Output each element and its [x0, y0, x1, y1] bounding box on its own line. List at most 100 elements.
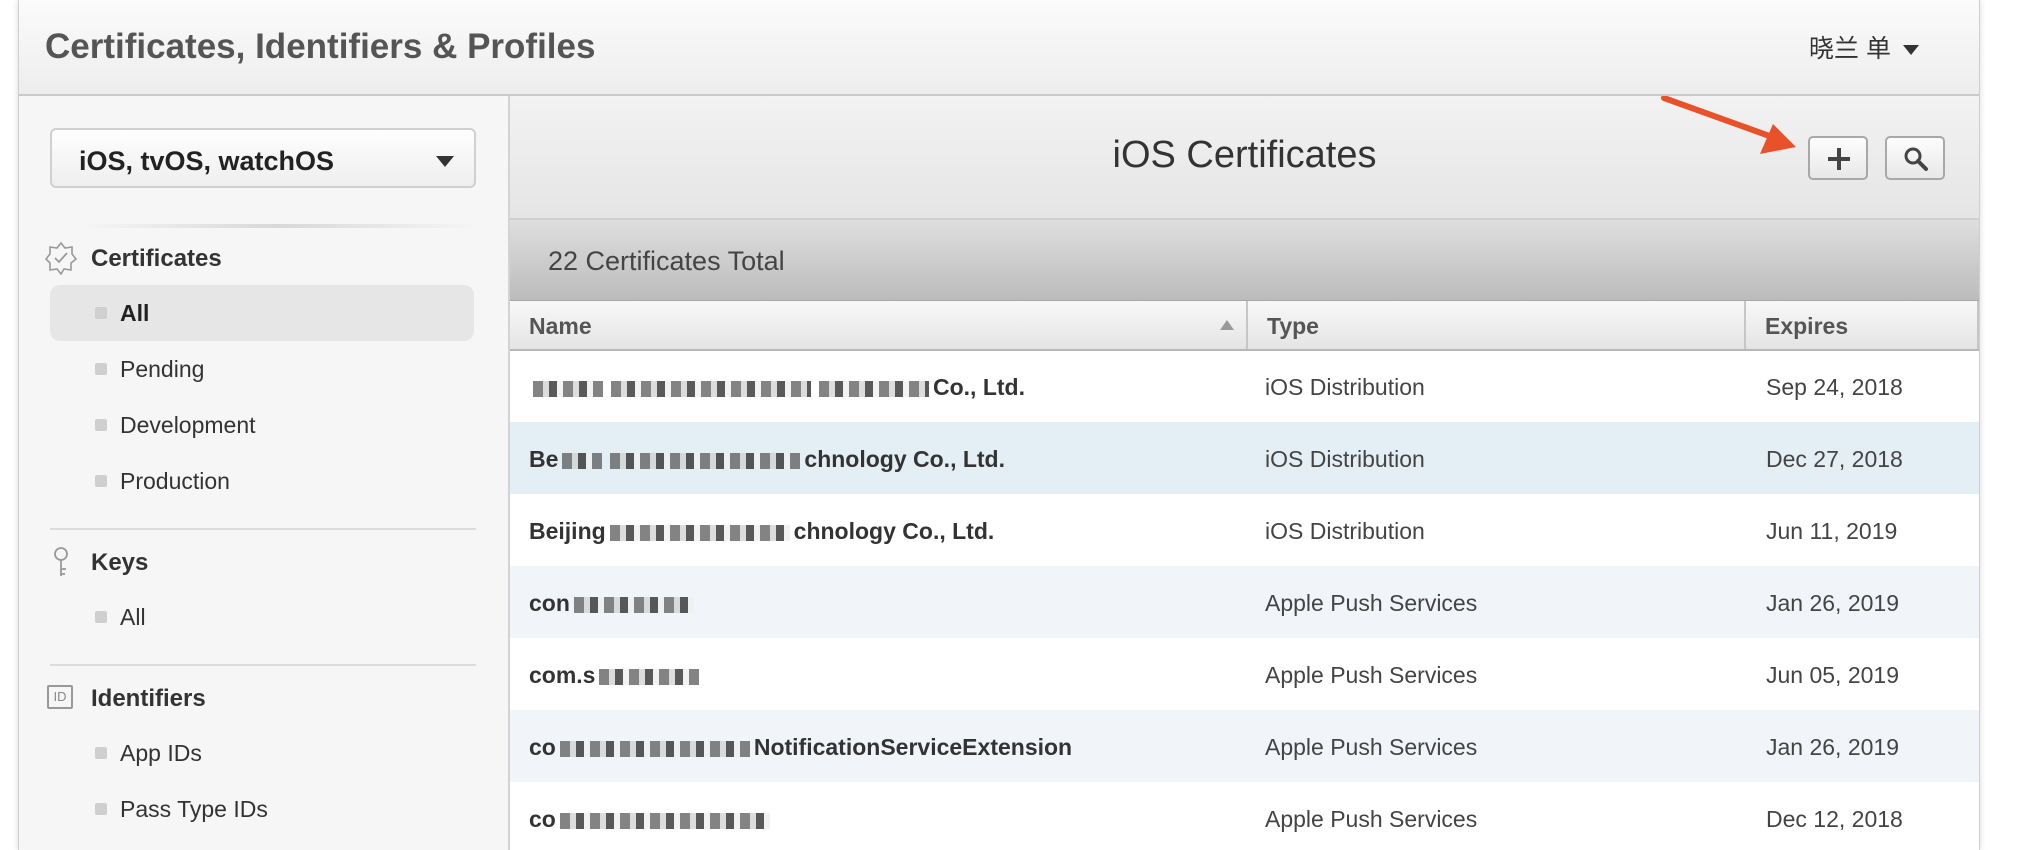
certificate-type: iOS Distribution — [1265, 374, 1425, 400]
table-row[interactable]: Co., Ltd. iOS Distribution Sep 24, 2018 — [510, 350, 1979, 422]
redacted-text — [559, 740, 750, 757]
redacted-text — [562, 452, 603, 469]
sidebar-item-label: App IDs — [120, 740, 202, 766]
certificate-name: Co., Ltd. — [529, 374, 1025, 401]
column-label: Name — [529, 313, 592, 339]
id-icon: ID — [47, 685, 73, 709]
divider — [50, 664, 476, 666]
bullet-icon — [95, 419, 107, 431]
sidebar-item-label: Pass Type IDs — [120, 796, 268, 822]
redacted-text — [599, 668, 700, 685]
certificates-total: 22 Certificates Total — [548, 246, 785, 276]
certificate-badge-icon — [45, 241, 77, 275]
divider — [50, 528, 476, 530]
section-title: Identifiers — [91, 685, 206, 712]
name-suffix: chnology Co., Ltd. — [793, 518, 995, 544]
user-menu[interactable]: 晓兰 单 — [1809, 29, 1919, 65]
certificate-name: com.s — [529, 662, 703, 689]
bullet-icon — [95, 747, 107, 759]
certificate-type: Apple Push Services — [1265, 734, 1478, 760]
bullet-icon — [95, 363, 107, 375]
bullet-icon — [95, 307, 107, 319]
key-icon — [54, 547, 68, 576]
name-suffix: Co., Ltd. — [933, 374, 1025, 400]
portal-window: Certificates, Identifiers & Profiles 晓兰 … — [18, 0, 1980, 850]
sidebar-item-development[interactable]: Development — [50, 397, 474, 453]
sidebar-item-production[interactable]: Production — [50, 453, 474, 509]
name-prefix: Be — [529, 446, 559, 472]
bullet-icon — [95, 611, 107, 623]
platform-select-value: iOS, tvOS, watchOS — [79, 146, 335, 176]
main-header: iOS Certificates — [510, 96, 1979, 220]
sidebar-item-pending[interactable]: Pending — [50, 341, 474, 397]
redacted-text — [609, 524, 790, 541]
redacted-text — [573, 596, 694, 613]
certificate-expires: Dec 27, 2018 — [1766, 446, 1903, 472]
chevron-down-icon — [436, 156, 454, 167]
certificate-expires: Jun 05, 2019 — [1766, 662, 1900, 688]
sidebar-item-label: Development — [120, 412, 256, 438]
certificate-expires: Jun 11, 2019 — [1766, 518, 1898, 544]
sidebar-item-label: All — [120, 300, 150, 326]
section-title: Keys — [91, 549, 149, 576]
table-row[interactable]: Be chnology Co., Ltd. iOS Distribution De… — [510, 422, 1979, 494]
section-title: Certificates — [91, 245, 222, 272]
column-header-expires[interactable]: Expires — [1746, 301, 1979, 349]
redacted-text — [559, 812, 770, 829]
search-icon — [1904, 147, 1928, 171]
annotation-arrow-icon — [1661, 96, 1796, 154]
bullet-icon — [95, 803, 107, 815]
column-header-type[interactable]: Type — [1248, 301, 1746, 349]
table-row[interactable]: con Apple Push Services Jan 26, 2019 — [510, 566, 1979, 638]
name-suffix: NotificationServiceExtension — [753, 734, 1073, 760]
certificate-name: co — [529, 806, 774, 833]
certificate-name: co NotificationServiceExtension — [529, 734, 1072, 761]
certificate-type: Apple Push Services — [1265, 590, 1478, 616]
table-row[interactable]: co NotificationServiceExtension Apple Pus… — [510, 710, 1979, 782]
name-prefix: co — [529, 806, 556, 832]
search-button[interactable] — [1885, 136, 1945, 180]
certificates-table: Co., Ltd. iOS Distribution Sep 24, 2018 … — [510, 350, 1979, 850]
add-certificate-button[interactable] — [1808, 136, 1868, 180]
certificate-name: con — [529, 590, 698, 617]
name-prefix: com.s — [529, 662, 596, 688]
sidebar-item-label: Production — [120, 468, 230, 494]
certificate-expires: Sep 24, 2018 — [1766, 374, 1903, 400]
redacted-text — [611, 380, 811, 397]
certificate-type: iOS Distribution — [1265, 518, 1425, 544]
certificate-type: iOS Distribution — [1265, 446, 1425, 472]
bullet-icon — [95, 475, 107, 487]
top-bar: Certificates, Identifiers & Profiles 晓兰 … — [19, 0, 1979, 96]
column-header-name[interactable]: Name — [510, 301, 1248, 349]
chevron-down-icon — [1902, 45, 1919, 56]
sidebar-item-certificates-all[interactable]: All — [50, 285, 474, 341]
sidebar-item-label: Pending — [120, 356, 205, 382]
sidebar-item-keys-all[interactable]: All — [50, 589, 474, 645]
name-prefix: Beijing — [529, 518, 606, 544]
redacted-text — [610, 452, 801, 469]
column-label: Type — [1267, 313, 1319, 339]
name-prefix: con — [529, 590, 570, 616]
sidebar-item-label: All — [120, 604, 146, 630]
redacted-text — [533, 380, 603, 397]
app-title: Certificates, Identifiers & Profiles — [45, 27, 596, 66]
table-row[interactable]: Beijing chnology Co., Ltd. iOS Distributi… — [510, 494, 1979, 566]
sidebar-item-app-ids[interactable]: App IDs — [50, 725, 474, 781]
certificate-type: Apple Push Services — [1265, 806, 1478, 832]
plus-icon — [1828, 148, 1850, 170]
table-row[interactable]: co Apple Push Services Dec 12, 2018 — [510, 782, 1979, 850]
main-panel: iOS Certificates 22 Certificates Total N… — [510, 96, 1979, 850]
column-label: Expires — [1765, 313, 1849, 339]
table-header: Name Type Expires — [510, 301, 1979, 351]
certificate-expires: Dec 12, 2018 — [1766, 806, 1903, 832]
platform-select[interactable]: iOS, tvOS, watchOS — [50, 128, 476, 188]
certificate-type: Apple Push Services — [1265, 662, 1478, 688]
certificate-expires: Jan 26, 2019 — [1766, 734, 1900, 760]
name-suffix: chnology Co., Ltd. — [804, 446, 1005, 472]
certificate-name: Beijing chnology Co., Ltd. — [529, 518, 994, 545]
certificate-expires: Jan 26, 2019 — [1766, 590, 1900, 616]
sort-ascending-icon — [1220, 320, 1234, 330]
sidebar-item-pass-type-ids[interactable]: Pass Type IDs — [50, 781, 474, 837]
table-row[interactable]: com.s Apple Push Services Jun 05, 2019 — [510, 638, 1979, 710]
name-prefix: co — [529, 734, 556, 760]
